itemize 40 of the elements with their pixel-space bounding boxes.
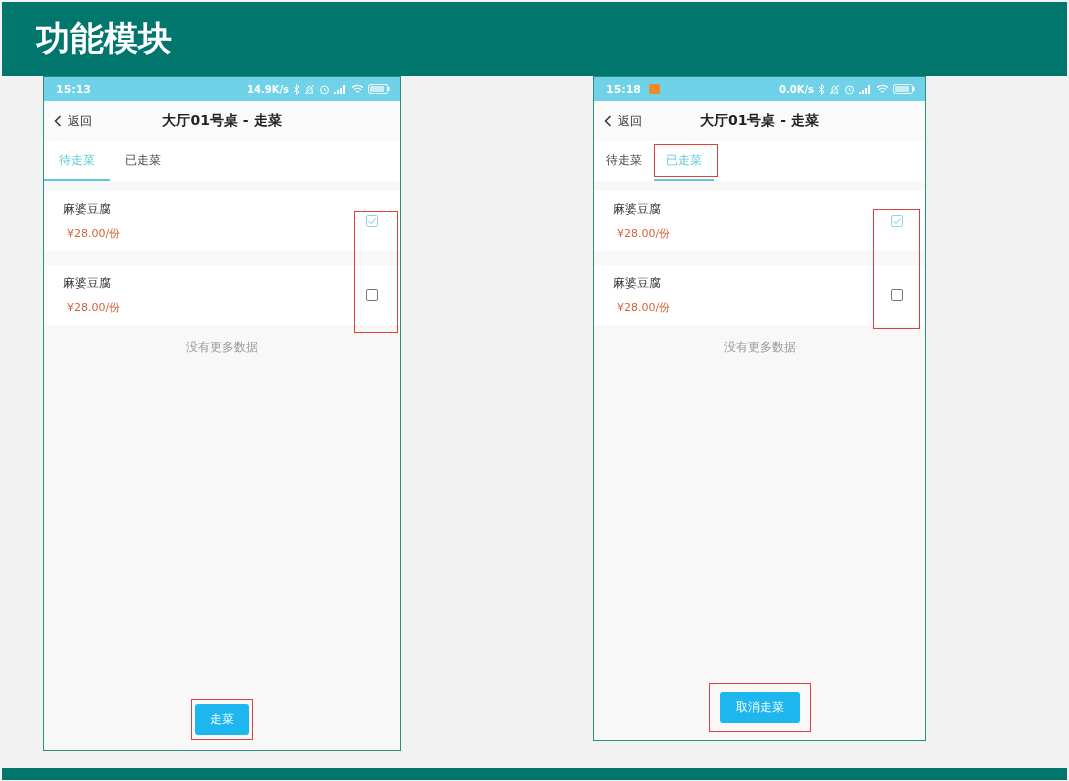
checkbox[interactable] [891,289,903,301]
network-speed: 0.0K/s [778,83,814,95]
page-title: 大厅01号桌 - 走菜 [162,112,282,128]
slide-title: 功能模块 [36,17,172,60]
dish-name: 麻婆豆腐 [613,275,662,292]
dish-price: ¥28.00/份 [616,226,672,241]
back-chevron-icon [604,115,612,127]
back-chevron-icon [54,115,62,127]
tab[interactable]: 待走菜 [594,141,654,181]
clock-time: 15:18 [606,82,641,96]
bluetooth-icon [818,83,825,95]
network-speed: 14.9K/s [246,83,289,95]
app-notification-icon [649,84,660,94]
tab[interactable]: 已走菜 [110,141,176,181]
wifi-icon [876,84,889,94]
dish-name: 麻婆豆腐 [63,201,112,218]
dish-price: ¥28.00/份 [616,300,672,315]
list-end-note: 没有更多数据 [722,339,797,356]
signal-icon [334,84,347,94]
mute-icon [304,83,315,95]
checkbox[interactable] [366,289,378,301]
checkbox[interactable] [366,215,378,227]
bluetooth-icon [293,83,300,95]
wifi-icon [351,84,364,94]
signal-icon [859,84,872,94]
dish-name: 麻婆豆腐 [63,275,112,292]
alarm-icon [319,83,330,95]
battery-icon [368,84,390,94]
dish-price: ¥28.00/份 [66,300,122,315]
battery-icon [893,84,915,94]
dish-price: ¥28.00/份 [66,226,122,241]
dish-name: 麻婆豆腐 [613,201,662,218]
back-button[interactable]: 返回 [604,112,642,130]
clock-time: 15:13 [56,82,91,96]
back-button[interactable]: 返回 [54,112,92,130]
list-end-note: 没有更多数据 [185,339,259,356]
mute-icon [829,83,840,95]
page-title: 大厅01号桌 - 走菜 [699,112,819,128]
alarm-icon [844,83,855,95]
checkbox[interactable] [891,215,903,227]
